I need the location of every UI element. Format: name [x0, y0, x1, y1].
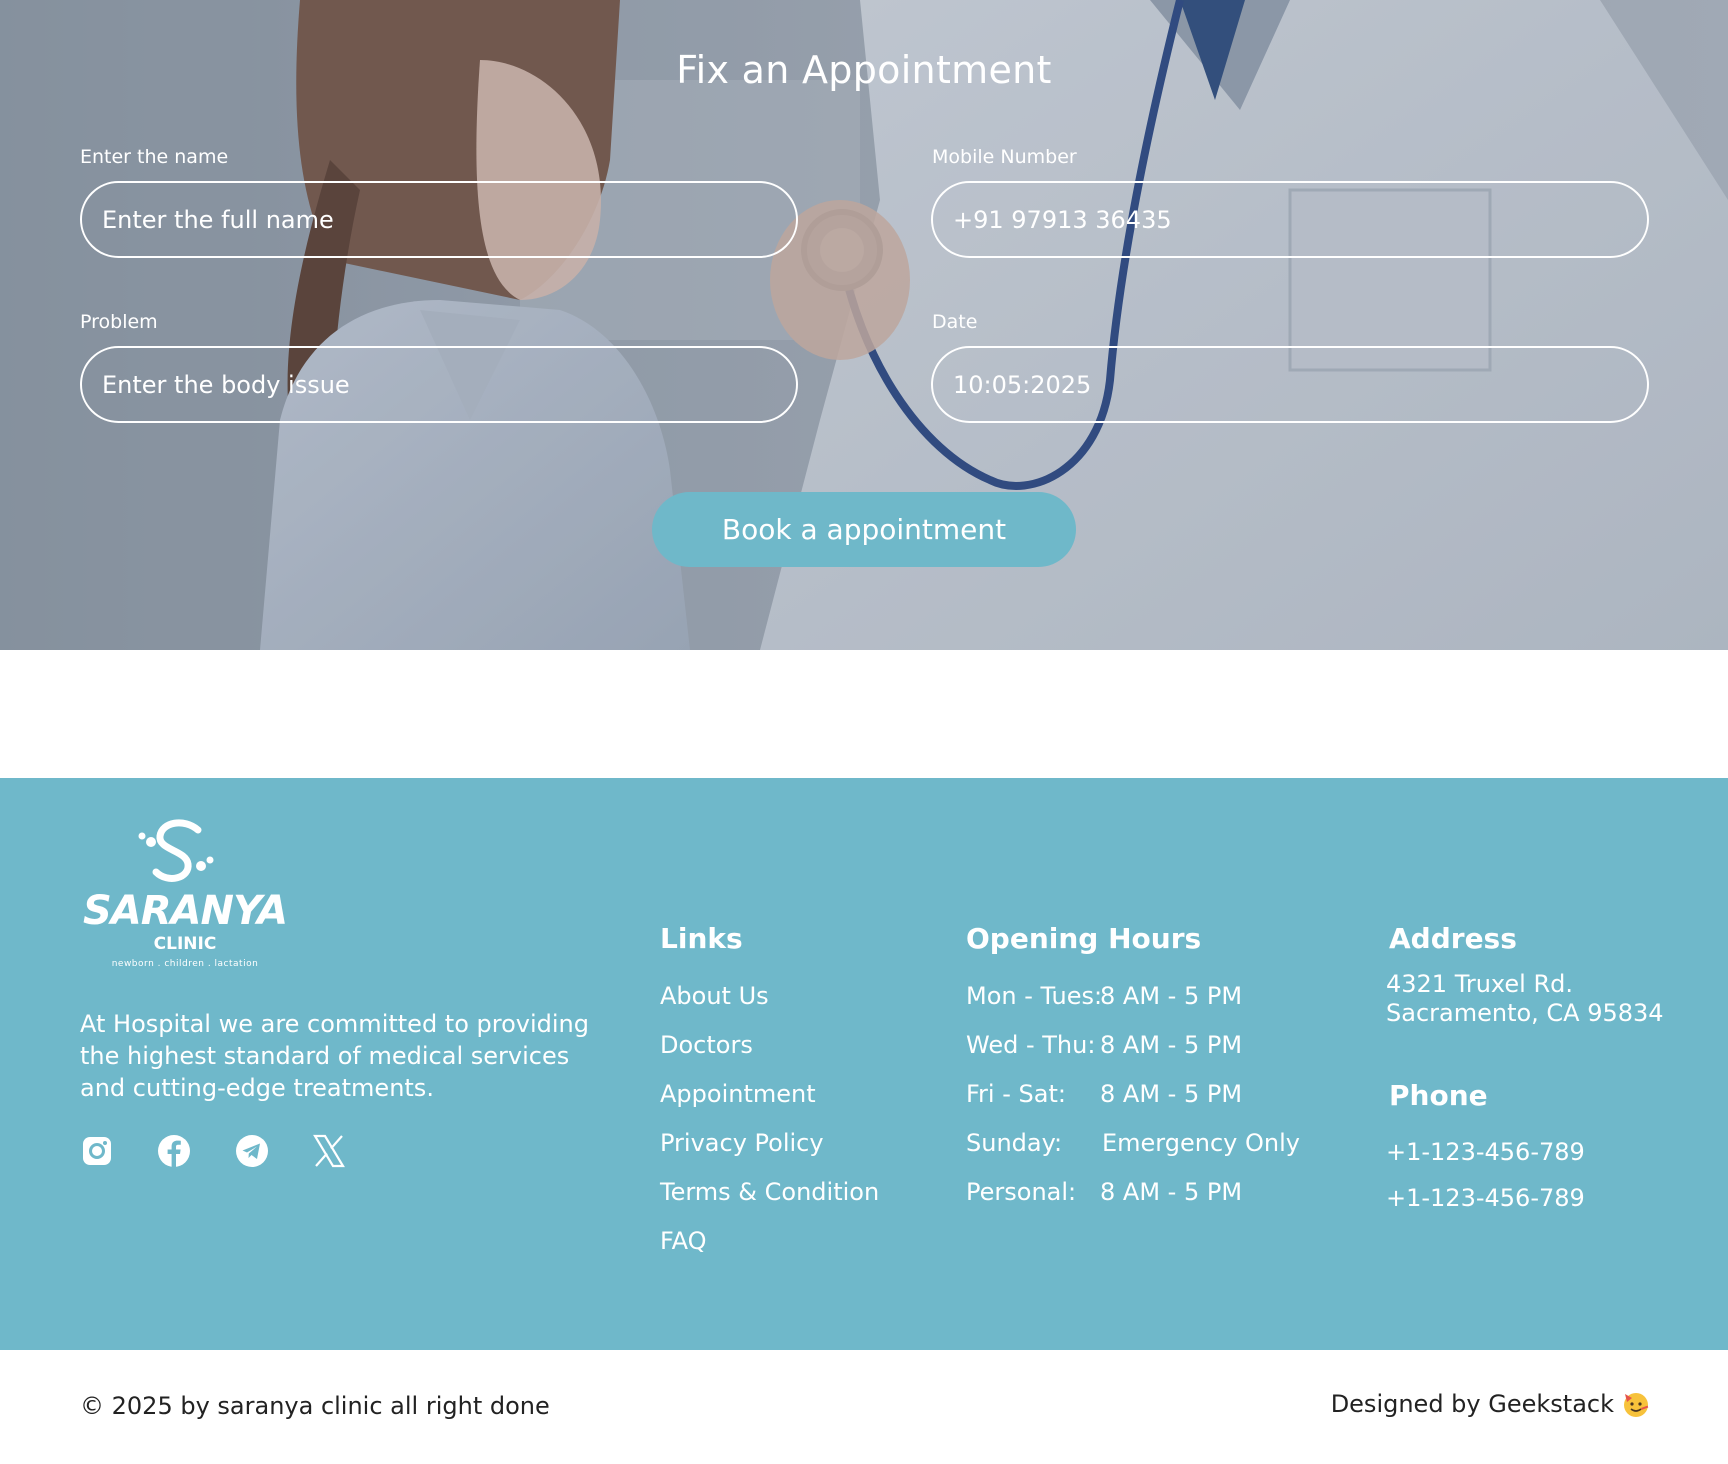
name-input[interactable]: [80, 181, 798, 258]
hours-day: Mon - Tues:: [966, 982, 1103, 1010]
brand-name: SARANYA: [82, 888, 288, 934]
footer-link-faq[interactable]: FAQ: [660, 1227, 707, 1255]
facebook-icon[interactable]: [157, 1134, 191, 1168]
problem-label: Problem: [80, 311, 158, 333]
hours-time: Emergency Only: [1102, 1129, 1300, 1157]
hours-day: Fri - Sat:: [966, 1080, 1066, 1108]
hours-time: 8 AM - 5 PM: [1100, 982, 1243, 1010]
hours-day: Sunday:: [966, 1129, 1063, 1157]
party-face-emoji-icon: [1624, 1393, 1649, 1417]
phone-heading: Phone: [1389, 1079, 1488, 1112]
brand-sub: CLINIC: [153, 934, 217, 954]
telegram-icon[interactable]: [235, 1134, 269, 1168]
designed-by: Designed by Geekstack: [1331, 1390, 1650, 1418]
address-heading: Address: [1389, 922, 1517, 955]
about-text: At Hospital we are committed to providin…: [80, 1010, 590, 1102]
clinic-logo[interactable]: SARANYA CLINIC newborn . children . lact…: [80, 816, 290, 976]
phone-number-2[interactable]: +1-123-456-789: [1386, 1184, 1585, 1212]
footer-link-doctors[interactable]: Doctors: [660, 1031, 753, 1059]
designed-by-text: Designed by Geekstack: [1330, 1390, 1614, 1418]
appointment-section: Fix an Appointment Enter the name Mobile…: [0, 0, 1728, 650]
hours-day: Wed - Thu:: [966, 1031, 1096, 1059]
footer-link-appointment[interactable]: Appointment: [660, 1080, 816, 1108]
logo-s-mark-icon: [138, 819, 214, 882]
date-input[interactable]: [931, 346, 1649, 423]
hours-time: 8 AM - 5 PM: [1100, 1031, 1243, 1059]
appointment-title: Fix an Appointment: [676, 48, 1052, 92]
hours-time: 8 AM - 5 PM: [1100, 1178, 1243, 1206]
brand-tagline: newborn . children . lactation: [111, 959, 259, 969]
footer-link-privacy-policy[interactable]: Privacy Policy: [660, 1129, 824, 1157]
opening-hours-heading: Opening Hours: [966, 922, 1202, 955]
links-heading: Links: [660, 922, 743, 955]
x-icon[interactable]: [312, 1134, 346, 1168]
hours-day: Personal:: [966, 1178, 1077, 1206]
mobile-label: Mobile Number: [932, 146, 1077, 168]
footer-link-about-us[interactable]: About Us: [660, 982, 769, 1010]
mobile-input[interactable]: [931, 181, 1649, 258]
phone-number-1[interactable]: +1-123-456-789: [1386, 1138, 1585, 1166]
copyright-text: © 2025 by saranya clinic all right done: [80, 1392, 550, 1420]
instagram-icon[interactable]: [80, 1134, 114, 1168]
address-line-2: Sacramento, CA 95834: [1386, 999, 1664, 1027]
site-footer: SARANYA CLINIC newborn . children . lact…: [0, 778, 1728, 1350]
name-label: Enter the name: [80, 146, 229, 168]
date-label: Date: [932, 311, 978, 333]
hours-time: 8 AM - 5 PM: [1100, 1080, 1243, 1108]
book-appointment-button[interactable]: Book a appointment: [652, 492, 1076, 567]
problem-input[interactable]: [80, 346, 798, 423]
footer-link-terms[interactable]: Terms & Condition: [660, 1178, 879, 1206]
address-line-1: 4321 Truxel Rd.: [1386, 970, 1573, 998]
